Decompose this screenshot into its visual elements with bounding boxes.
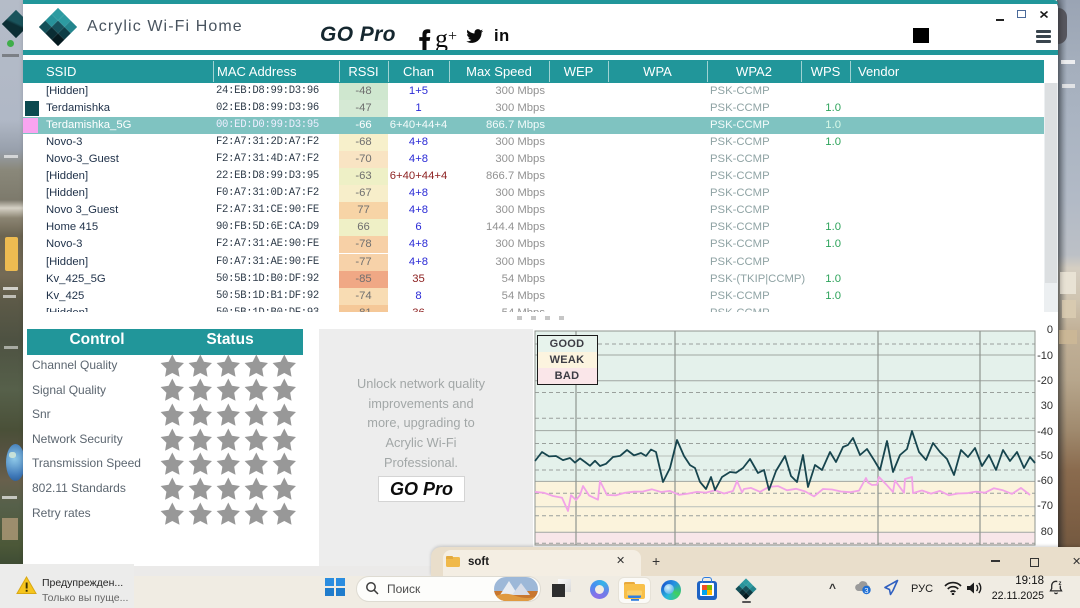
svg-text:3: 3: [864, 586, 868, 595]
svg-text:z: z: [1058, 581, 1061, 587]
